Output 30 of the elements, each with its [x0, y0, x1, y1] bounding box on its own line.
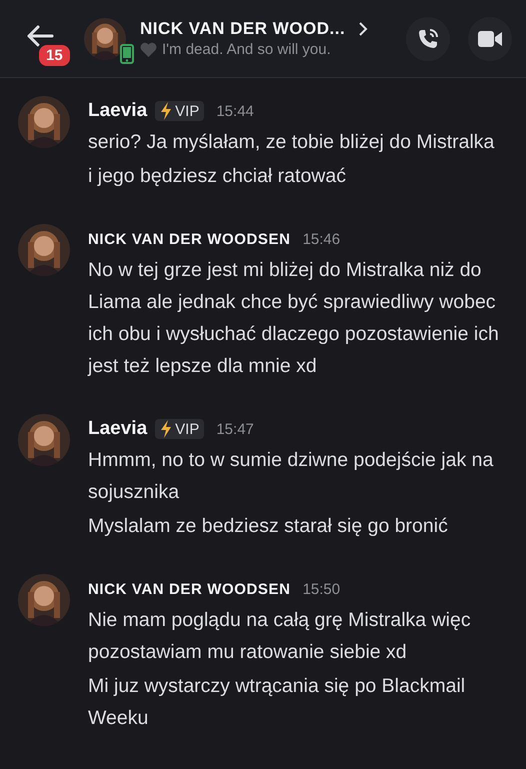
tag-label: VIP	[175, 102, 200, 120]
heart-icon	[140, 42, 157, 57]
timestamp: 15:47	[216, 420, 254, 438]
timestamp: 15:50	[302, 580, 340, 598]
message-text: Mi juz wystarczy wtrącania się po Blackmail Weeku	[88, 674, 466, 731]
timestamp: 15:46	[302, 230, 340, 248]
message-text: i jego będziesz chciał ratować	[88, 164, 347, 189]
custom-status: I'm dead. And so will you.	[162, 41, 331, 58]
author-name[interactable]: NICK VAN DER WOODSEN	[88, 580, 291, 598]
message-text: Hmmm, no to w sumie dziwne podejście jak na sojusznika	[88, 448, 494, 505]
unread-count-badge: 15	[36, 42, 73, 68]
video-call-button[interactable]	[468, 16, 512, 60]
back-arrow-icon[interactable]	[26, 24, 54, 46]
message-text: No w tej grze jest mi bliżej do Mistralka niż do Liama ale jednak chce być sprawiedliwy wobec ich obu i wysłuchać dlaczego pozostawienie ich jest też lepsze dla mnie xd	[88, 258, 500, 379]
message-text: Myslalam ze bedziesz starał się go bronić	[88, 514, 449, 539]
video-camera-icon	[477, 28, 503, 48]
phone-icon	[416, 26, 440, 50]
author-name[interactable]: NICK VAN DER WOODSEN	[88, 230, 291, 248]
chevron-right-icon[interactable]	[359, 22, 368, 36]
mobile-status-icon	[120, 44, 134, 64]
timestamp: 15:44	[216, 102, 254, 120]
author-name[interactable]: Laevia	[88, 418, 148, 440]
contact-name[interactable]: NICK VAN DER WOOD...	[140, 19, 346, 39]
tag-label: VIP	[175, 420, 200, 438]
lightning-icon	[160, 102, 172, 120]
message-text: serio? Ja myślałam, ze tobie bliżej do Mistralka	[88, 130, 496, 155]
message-text: Nie mam poglądu na całą grę Mistralka więc pozostawiam mu ratowanie siebie xd	[88, 608, 472, 665]
lightning-icon	[160, 420, 172, 438]
voice-call-button[interactable]	[406, 16, 450, 60]
author-name[interactable]: Laevia	[88, 100, 148, 122]
